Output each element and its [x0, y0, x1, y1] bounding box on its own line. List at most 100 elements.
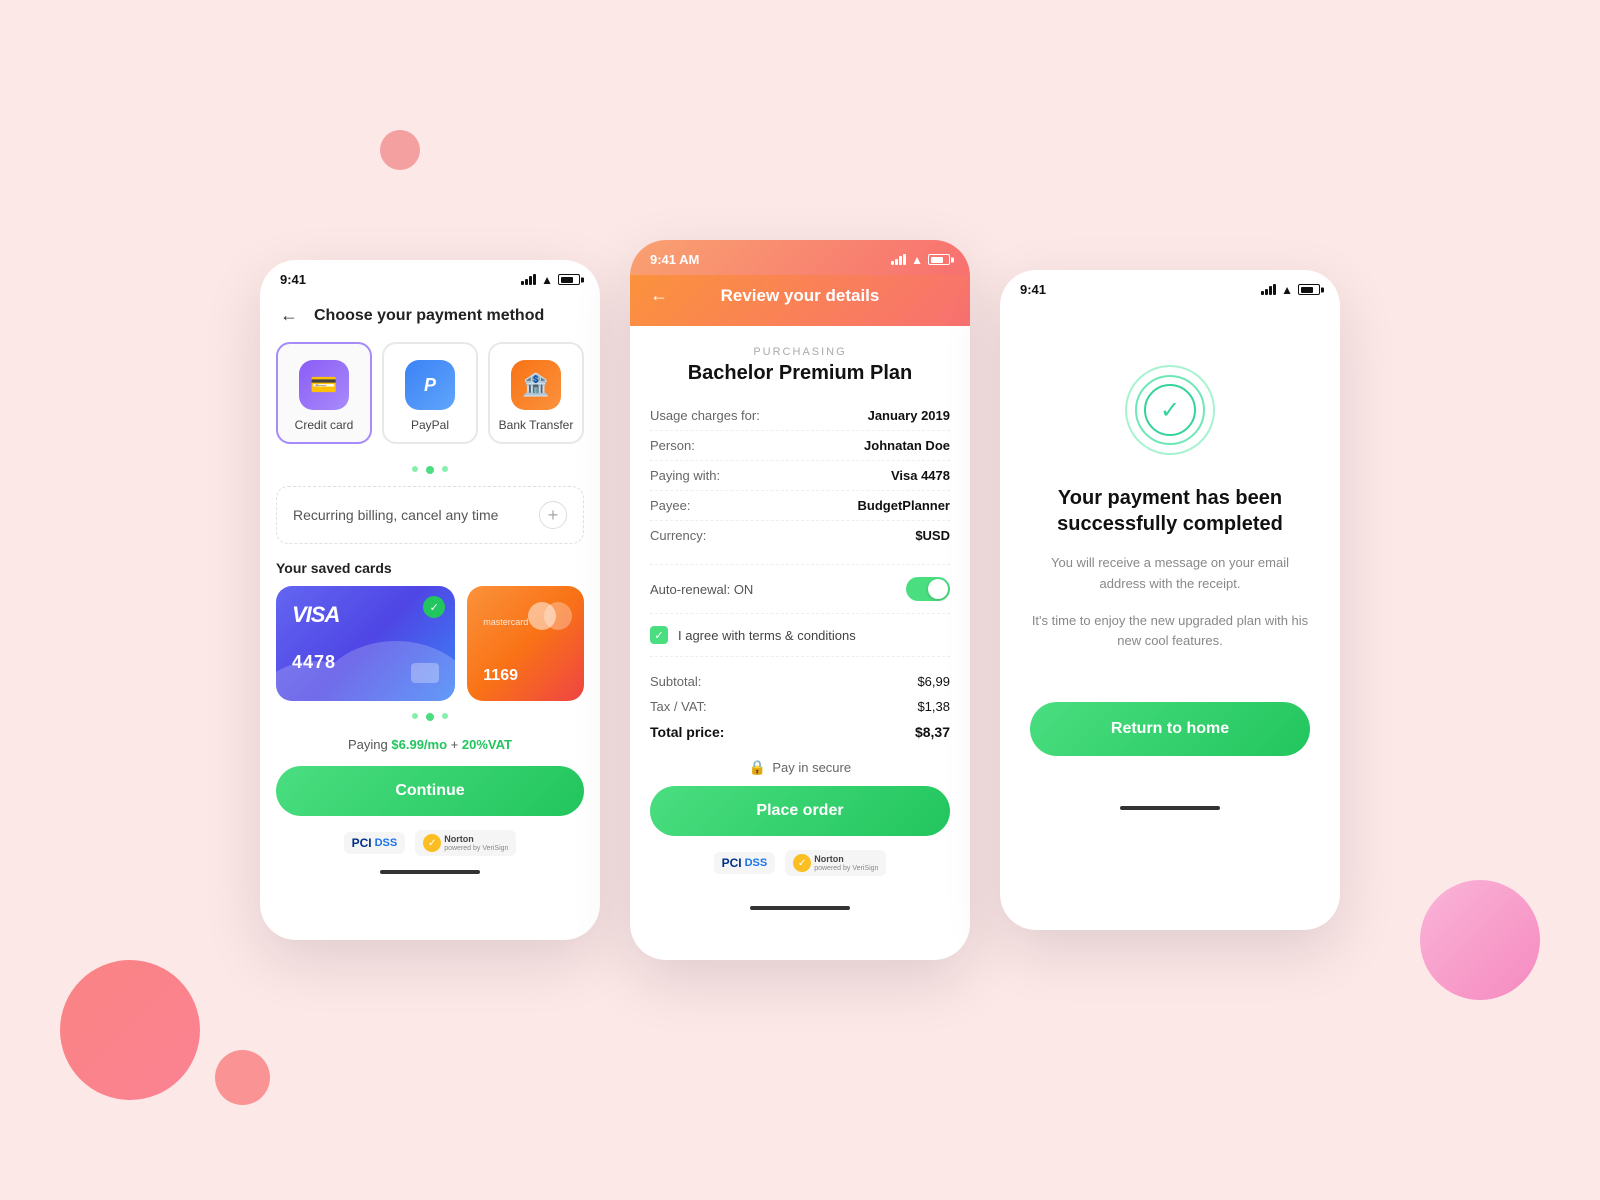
cc-label: Credit card: [295, 418, 354, 432]
wifi-icon-3: ▲: [1281, 283, 1293, 297]
sb4-3: [1273, 284, 1276, 295]
s2-header: ← Review your details: [630, 275, 970, 326]
time-1: 9:41: [280, 272, 306, 287]
battery-fill: [561, 277, 574, 283]
battery-icon: [558, 274, 580, 285]
bt-label: Bank Transfer: [499, 418, 574, 432]
plan-title: Bachelor Premium Plan: [650, 362, 950, 385]
home-indicator-2: [750, 906, 850, 910]
time-2: 9:41 AM: [650, 252, 699, 267]
battery-icon-2: [928, 254, 950, 265]
sb3: [899, 256, 902, 265]
security-badges-2: PCI DSS ✓ Norton powered by VeriSign: [650, 850, 950, 886]
return-home-button[interactable]: Return to home: [1030, 702, 1310, 756]
signal-bar-3: [529, 276, 532, 285]
signal-icon: [521, 274, 536, 285]
norton-name-2: Norton: [814, 854, 878, 865]
screen-payment-method: 9:41 ▲ ← Choose your payment method: [260, 260, 600, 940]
norton-sub: powered by VeriSign: [444, 845, 508, 852]
wifi-icon: ▲: [541, 273, 553, 287]
norton-text-2: Norton powered by VeriSign: [814, 854, 878, 872]
dot-6: [442, 713, 448, 719]
decorative-blob-right: [1420, 880, 1540, 1000]
details-section: Usage charges for: January 2019 Person: …: [650, 401, 950, 550]
wifi-icon-2: ▲: [911, 253, 923, 267]
checkmark-icon: ✓: [1144, 384, 1196, 436]
totals-section: Subtotal: $6,99 Tax / VAT: $1,38 Total p…: [650, 657, 950, 745]
signal-bar-1: [521, 281, 524, 285]
secure-pay-row: 🔒 Pay in secure: [650, 745, 950, 786]
dot-4: [412, 713, 418, 719]
s3-body: ✓ Your payment has been successfully com…: [1000, 305, 1340, 802]
mastercard-card[interactable]: mastercard 1169: [467, 586, 584, 701]
success-title: Your payment has been successfully compl…: [1030, 485, 1310, 537]
detail-currency-val: $USD: [915, 528, 950, 543]
detail-payee-val: BudgetPlanner: [858, 498, 950, 513]
visa-card[interactable]: ✓ VISA 4478: [276, 586, 455, 701]
battery-fill-2: [931, 257, 944, 263]
terms-checkbox[interactable]: ✓: [650, 626, 668, 644]
payment-method-cc[interactable]: 💳 Credit card: [276, 342, 372, 444]
time-3: 9:41: [1020, 282, 1046, 297]
norton-badge-2: ✓ Norton powered by VeriSign: [785, 850, 886, 876]
terms-label: I agree with terms & conditions: [678, 628, 856, 643]
detail-person: Person: Johnatan Doe: [650, 431, 950, 461]
detail-person-key: Person:: [650, 438, 695, 453]
screen-success: 9:41 ▲ ✓ Your paymen: [1000, 270, 1340, 930]
payment-method-bank[interactable]: 🏦 Bank Transfer: [488, 342, 584, 444]
sb3-3: [1269, 286, 1272, 295]
success-icon-wrap: ✓: [1125, 365, 1215, 455]
detail-person-val: Johnatan Doe: [864, 438, 950, 453]
billing-text: Recurring billing, cancel any time: [293, 507, 498, 523]
back-button-2[interactable]: ←: [650, 285, 668, 306]
cards-row: ✓ VISA 4478 mastercard 1169: [260, 586, 600, 707]
toggle-knob: [928, 579, 948, 599]
detail-paying: Paying with: Visa 4478: [650, 461, 950, 491]
add-billing-button[interactable]: +: [539, 501, 567, 529]
detail-paying-val: Visa 4478: [891, 468, 950, 483]
norton-text-wrap: Norton powered by VeriSign: [444, 834, 508, 852]
auto-renewal-toggle[interactable]: [906, 577, 950, 601]
sb2-3: [1265, 289, 1268, 295]
signal-bar-4: [533, 274, 536, 285]
tax-val: $1,38: [917, 699, 950, 714]
continue-button[interactable]: Continue: [276, 766, 584, 816]
norton-check-icon: ✓: [423, 834, 441, 852]
subtotal-val: $6,99: [917, 674, 950, 689]
status-icons-2: ▲: [891, 253, 950, 267]
status-icons-1: ▲: [521, 273, 580, 287]
pci-dss-2: DSS: [745, 857, 768, 869]
norton-badge-1: ✓ Norton powered by VeriSign: [415, 830, 516, 856]
signal-icon-3: [1261, 284, 1276, 295]
decorative-blob-bottom-lg: [60, 960, 200, 1100]
signal-icon-2: [891, 254, 906, 265]
norton-sub-2: powered by VeriSign: [814, 865, 878, 872]
pp-icon: P: [405, 360, 455, 410]
card-selected-check: ✓: [423, 596, 445, 618]
secure-pay-label: Pay in secure: [772, 760, 851, 775]
sb2: [895, 259, 898, 265]
subtotal-key: Subtotal:: [650, 674, 701, 689]
success-desc-2: It's time to enjoy the new upgraded plan…: [1030, 611, 1310, 653]
pp-label: PayPal: [411, 418, 449, 432]
battery-icon-3: [1298, 284, 1320, 295]
pci-dss-text: DSS: [375, 837, 398, 849]
subtotal-row: Subtotal: $6,99: [650, 669, 950, 694]
place-order-button[interactable]: Place order: [650, 786, 950, 836]
tax-row: Tax / VAT: $1,38: [650, 694, 950, 719]
payment-method-paypal[interactable]: P PayPal: [382, 342, 478, 444]
detail-usage: Usage charges for: January 2019: [650, 401, 950, 431]
dots-row-2: [260, 707, 600, 727]
decorative-blob-top: [380, 130, 420, 170]
home-indicator-1: [380, 870, 480, 874]
status-bar-3: 9:41 ▲: [1000, 270, 1340, 305]
detail-paying-key: Paying with:: [650, 468, 720, 483]
status-bar-2: 9:41 AM ▲: [630, 240, 970, 275]
bt-icon: 🏦: [511, 360, 561, 410]
signal-bar-2: [525, 279, 528, 285]
mc-number: 1169: [483, 667, 568, 685]
s2-body: PURCHASING Bachelor Premium Plan Usage c…: [630, 326, 970, 902]
back-button-1[interactable]: ←: [280, 305, 298, 326]
battery-fill-3: [1301, 287, 1314, 293]
success-desc-1: You will receive a message on your email…: [1030, 553, 1310, 595]
